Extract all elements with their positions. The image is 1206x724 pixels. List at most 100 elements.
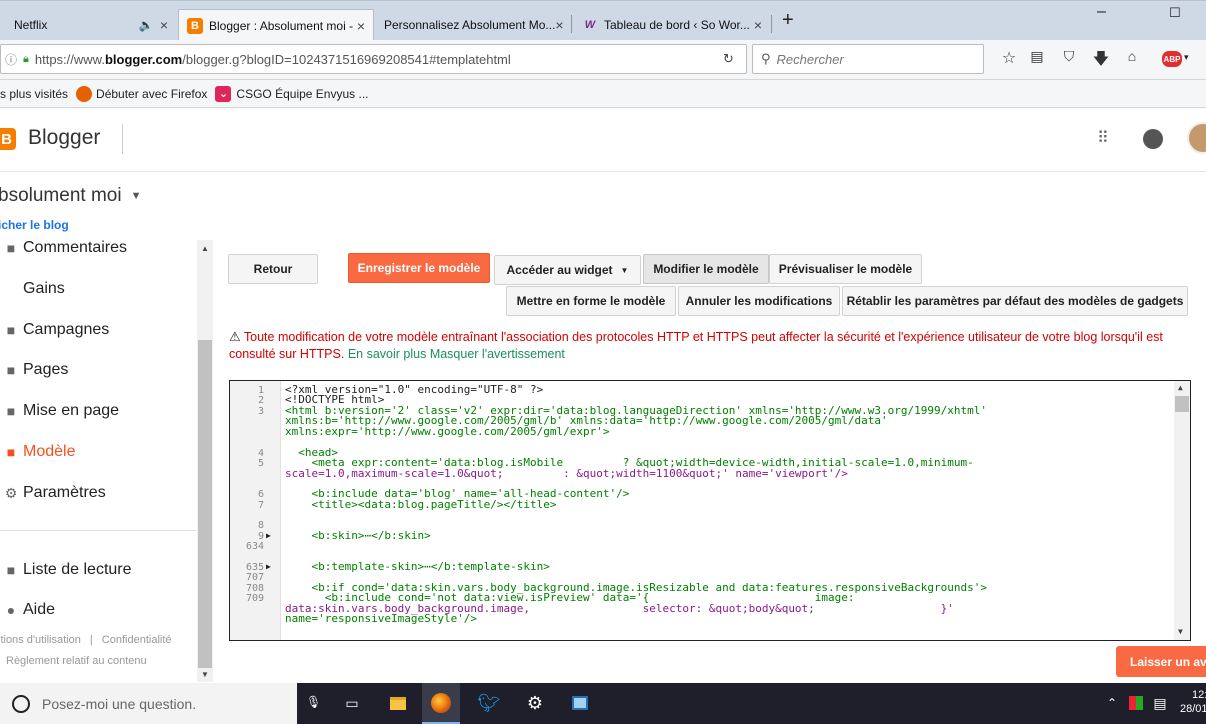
url-domain: blogger.com [104,51,183,67]
reload-icon[interactable]: ↻ [723,51,734,67]
url-bar[interactable]: ⓘ 🔒︎ https://www.blogger.com/blogger.g?b… [0,44,747,74]
scrollbar-thumb[interactable] [1175,396,1189,412]
info-icon[interactable]: ⓘ [5,51,17,68]
chevron-up-icon[interactable]: ▲ [201,244,209,253]
clock[interactable]: 12: 28/01 [1180,688,1206,716]
tab-title: Blogger : Absolument moi - [209,18,354,33]
sidebar-item-reading-list[interactable]: ■ Liste de lecture [0,550,196,590]
blog-title: bsolument moi [0,185,122,206]
privacy-link[interactable]: Confidentialité [102,634,172,646]
reset-gadgets-button[interactable]: Rétablir les paramètres par défaut des m… [842,286,1188,316]
minimize-button[interactable]: – [1097,3,1106,21]
settings-icon: ⚙ [4,484,18,501]
close-icon[interactable]: × [754,17,762,33]
sidebar-item-label: Gains [23,280,65,297]
chevron-up-icon[interactable]: ⌃ [1100,691,1124,715]
bookmark-most-visited[interactable]: s plus visités [0,87,68,101]
search-bar[interactable]: ⚲ Rechercher [752,44,984,74]
navigation-bar: ⓘ 🔒︎ https://www.blogger.com/blogger.g?b… [0,40,1206,80]
firefox-taskbar-icon[interactable] [422,683,460,724]
sidebar-item-settings[interactable]: ⚙ Paramètres [0,473,196,513]
maximize-button[interactable]: ☐ [1169,5,1181,21]
settings-icon[interactable]: ⚙ [523,691,547,715]
sidebar-footer: itions d'utilisation | Confidentialité [0,634,172,646]
editor-scrollbar[interactable]: ▲ ▼ [1174,381,1190,640]
feedback-button[interactable]: Laisser un avis [1116,646,1206,677]
chevron-down-icon[interactable]: ▼ [201,670,209,679]
scrollbar-thumb[interactable] [198,340,212,668]
sidebar-item-gains[interactable]: Gains [0,269,196,309]
undo-changes-button[interactable]: Annuler les modifications [678,286,840,316]
blogger-brand[interactable]: Blogger [28,126,100,150]
notification-center-icon[interactable]: ▤ [1148,691,1172,715]
line-gutter: 1 2 3 4 5 6 7 8 9 ▶ 634 635 ▶ 707 708 70… [230,381,281,640]
cortana-icon [12,694,30,713]
hide-warning-link[interactable]: Masquer l'avertissement [430,347,565,361]
sidebar-item-help[interactable]: ● Aide [0,590,196,630]
sidebar-item-pages[interactable]: ■ Pages [0,350,196,390]
blogger-logo-icon[interactable]: B [0,128,16,150]
line-number: 8 [257,520,264,531]
save-template-button[interactable]: Enregistrer le modèle [348,253,490,283]
tab-netflix[interactable]: Netflix 🔈 × [0,9,176,41]
code-line: name='responsiveImageStyle'/> [285,612,478,625]
sidebar-item-label: Campagnes [23,321,110,338]
apps-grid-icon[interactable]: ⠿ [1097,128,1109,148]
task-view-icon[interactable]: ▭ [340,691,364,715]
layout-icon: ■ [6,403,16,419]
download-icon[interactable]: 🡇 [1090,48,1112,75]
pocket-icon[interactable]: ⛉ [1058,48,1080,65]
reading-list-icon[interactable]: ▤ [1026,48,1048,65]
sidebar-item-campaigns[interactable]: ■ Campagnes [0,310,196,350]
preview-template-button[interactable]: Prévisualiser le modèle [769,254,922,284]
tab-personnalisez[interactable]: Personnalisez Absolument Mo... × [376,9,570,41]
chevron-down-icon[interactable]: ▼ [1178,627,1183,636]
campaign-icon: ■ [6,322,16,338]
sidebar-item-comments[interactable]: ■ Commentaires [0,228,196,268]
new-tab-button[interactable]: + [782,9,794,32]
blog-selector[interactable]: bsolument moi ▼ [0,185,141,207]
bookmark-firefox[interactable]: Débuter avec Firefox [96,87,207,101]
paint-icon[interactable] [568,691,592,715]
audio-icon[interactable]: 🔈 [139,18,154,32]
home-icon[interactable]: ⌂ [1121,48,1143,64]
close-icon[interactable]: × [555,17,563,33]
comment-icon: ■ [6,240,16,256]
learn-more-link[interactable]: En savoir plus [348,347,427,361]
app-tray-icon[interactable] [1124,691,1148,715]
tab-tableau-de-bord[interactable]: W Tableau de bord ‹ So Wor... × [574,9,770,41]
adblock-icon[interactable]: ABP [1162,51,1182,67]
microphone-icon[interactable]: 🎙︎ [306,695,321,709]
sidebar-item-template[interactable]: ■ Modèle [0,432,196,472]
sidebar-scrollbar[interactable]: ▲ ▼ [197,240,213,682]
url-prefix: https://www. [34,51,105,67]
bookmark-csgo[interactable]: CSGO Équipe Envyus ... [236,87,368,101]
tab-blogger[interactable]: B Blogger : Absolument moi - × [178,9,374,41]
lock-icon: 🔒︎ [23,52,29,65]
notifications-icon[interactable] [1143,129,1163,149]
warning-icon: ⚠ [229,329,241,344]
sidebar: ■ Commentaires Gains ■ Campagnes ■ Pages… [0,238,213,682]
cortana-search-box[interactable]: Posez-moi une question. 🎙︎ [0,683,321,724]
twitter-icon[interactable]: 🐦︎ [477,691,501,715]
code-editor[interactable]: 1 2 3 4 5 6 7 8 9 ▶ 634 635 ▶ 707 708 70… [229,380,1191,641]
star-icon[interactable]: ☆ [998,48,1020,68]
close-icon[interactable]: × [357,18,365,34]
edit-template-button[interactable]: Modifier le modèle [643,254,769,284]
content-policy-link[interactable]: Règlement relatif au contenu [6,655,147,667]
back-button[interactable]: Retour [228,254,318,284]
taskbar: Posez-moi une question. 🎙︎ ▭ 🐦︎ ⚙ ⌃ ▤ 12… [0,683,1206,724]
format-template-button[interactable]: Mettre en forme le modèle [506,286,676,316]
chevron-up-icon[interactable]: ▲ [1178,383,1183,392]
chevron-down-icon[interactable]: ▾ [1184,52,1189,63]
avatar[interactable] [1187,122,1206,154]
close-icon[interactable]: × [160,17,168,33]
terms-link[interactable]: itions d'utilisation [0,634,81,646]
widget-dropdown[interactable]: Accéder au widget ▼ [494,255,641,285]
line-number: 707 [245,572,264,583]
sidebar-item-layout[interactable]: ■ Mise en page [0,391,196,431]
code-line: <b:template-skin>⋯</b:template-skin> [285,560,550,573]
fold-arrow-icon[interactable]: ▶ [266,562,271,571]
file-explorer-icon[interactable] [386,691,410,715]
fold-arrow-icon[interactable]: ▶ [266,531,271,540]
